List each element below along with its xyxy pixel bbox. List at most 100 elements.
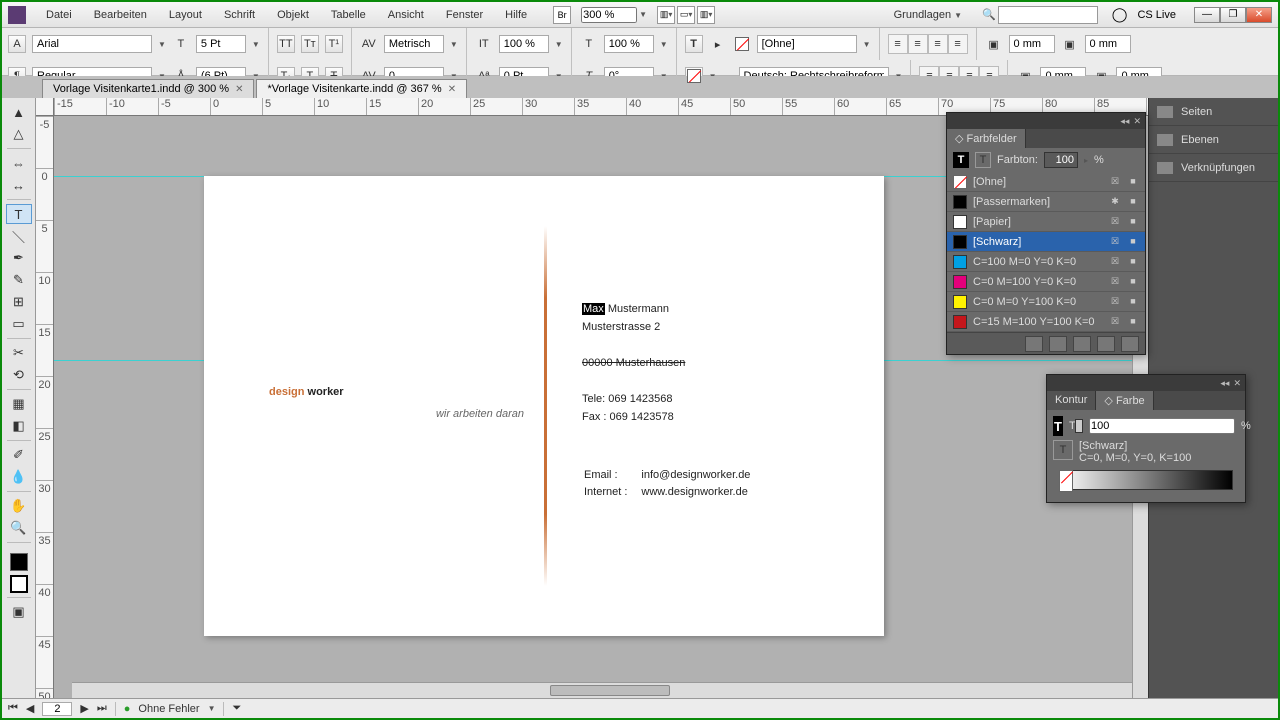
zoom-tool[interactable]: 🔍: [6, 518, 32, 538]
delete-swatch-button[interactable]: [1121, 336, 1139, 352]
menu-bearbeiten[interactable]: Bearbeiten: [84, 5, 157, 25]
swatch-toolbar-button[interactable]: [1025, 336, 1043, 352]
type-tool[interactable]: T: [6, 204, 32, 224]
fill-proxy-icon[interactable]: T: [953, 152, 969, 168]
menu-hilfe[interactable]: Hilfe: [495, 5, 537, 25]
swatch-row[interactable]: [Ohne]☒■: [947, 172, 1145, 192]
inset-top-field[interactable]: [1009, 35, 1055, 53]
tint-input[interactable]: [1044, 152, 1078, 168]
none-icon[interactable]: [1059, 470, 1073, 492]
window-close-button[interactable]: ✕: [1246, 7, 1272, 23]
swatch-row[interactable]: C=0 M=0 Y=100 K=0☒■: [947, 292, 1145, 312]
tint-ramp[interactable]: [1059, 470, 1233, 490]
dock-verknuepfungen[interactable]: Verknüpfungen: [1149, 154, 1278, 182]
gradient-swatch-tool[interactable]: ▦: [6, 394, 32, 414]
window-maximize-button[interactable]: ❐: [1220, 7, 1246, 23]
stroke-proxy-icon[interactable]: T: [1053, 440, 1073, 460]
frame-tool[interactable]: ⊞: [6, 292, 32, 312]
workspace-switcher[interactable]: Grundlagen ▼: [884, 5, 972, 25]
swatch-row[interactable]: C=15 M=100 Y=100 K=0☒■: [947, 312, 1145, 332]
cslive-icon[interactable]: ◯: [1112, 6, 1128, 23]
swatch-row[interactable]: C=0 M=100 Y=0 K=0☒■: [947, 272, 1145, 292]
chevron-down-icon[interactable]: ▼: [639, 10, 647, 19]
screen-mode-icon[interactable]: ▭▾: [677, 6, 695, 24]
swatch-row[interactable]: [Papier]☒■: [947, 212, 1145, 232]
cslive-label[interactable]: CS Live: [1137, 9, 1176, 21]
line-tool[interactable]: ＼: [6, 226, 32, 246]
gradient-tool[interactable]: ◧: [6, 416, 32, 436]
preflight-status[interactable]: Ohne Fehler: [138, 703, 199, 715]
close-icon[interactable]: ✕: [1233, 378, 1241, 389]
char-formatting-icon[interactable]: A: [8, 35, 26, 53]
document-tab[interactable]: *Vorlage Visitenkarte.indd @ 367 %✕: [256, 79, 467, 98]
swatch-row[interactable]: C=100 M=0 Y=0 K=0☒■: [947, 252, 1145, 272]
stroke-proxy-icon[interactable]: T: [975, 152, 991, 168]
horizontal-scrollbar[interactable]: [72, 682, 1266, 698]
page-tool[interactable]: ⇔: [6, 153, 32, 173]
menu-datei[interactable]: Datei: [36, 5, 82, 25]
eyedropper-tool[interactable]: 💧: [6, 467, 32, 487]
contact-block[interactable]: Tele: 069 1423568 Fax : 069 1423578: [582, 390, 674, 426]
menu-objekt[interactable]: Objekt: [267, 5, 319, 25]
inset-left-field[interactable]: [1085, 35, 1131, 53]
align-left-button[interactable]: ≡: [888, 34, 908, 54]
kerning-field[interactable]: [384, 35, 444, 53]
font-family-field[interactable]: [32, 35, 152, 53]
new-swatch-button[interactable]: [1097, 336, 1115, 352]
prev-page-button[interactable]: ◀: [26, 702, 34, 715]
close-icon[interactable]: ✕: [1133, 116, 1141, 127]
hand-tool[interactable]: ✋: [6, 496, 32, 516]
document-tab[interactable]: Vorlage Visitenkarte1.indd @ 300 %✕: [42, 79, 254, 98]
menu-ansicht[interactable]: Ansicht: [378, 5, 434, 25]
selection-tool[interactable]: ▲: [6, 102, 32, 122]
menu-fenster[interactable]: Fenster: [436, 5, 493, 25]
hscale-field[interactable]: [604, 35, 654, 53]
panel-tab-farbe[interactable]: ◇ Farbe: [1096, 391, 1153, 410]
page-number-field[interactable]: [42, 702, 72, 716]
view-options-icon[interactable]: ▥▾: [657, 6, 675, 24]
document-page[interactable]: design worker wir arbeiten daran Max Mus…: [204, 176, 884, 636]
fill-proxy-icon[interactable]: T: [1053, 416, 1063, 436]
rectangle-tool[interactable]: ▭: [6, 314, 32, 334]
close-icon[interactable]: ✕: [448, 84, 456, 95]
transform-tool[interactable]: ⟲: [6, 365, 32, 385]
arrange-docs-icon[interactable]: ▥▾: [697, 6, 715, 24]
vertical-ruler[interactable]: -5051015202530354045505560: [36, 116, 54, 698]
bridge-icon[interactable]: Br: [553, 6, 571, 24]
fill-color-proxy[interactable]: [10, 553, 28, 571]
dock-seiten[interactable]: Seiten: [1149, 98, 1278, 126]
gap-tool[interactable]: ↔: [6, 175, 32, 195]
dock-ebenen[interactable]: Ebenen: [1149, 126, 1278, 154]
pen-tool[interactable]: ✒: [6, 248, 32, 268]
swatch-toolbar-button[interactable]: [1073, 336, 1091, 352]
menu-schrift[interactable]: Schrift: [214, 5, 265, 25]
window-minimize-button[interactable]: —: [1194, 7, 1220, 23]
web-block[interactable]: Email :info@designworker.de Internet :ww…: [582, 466, 764, 502]
align-right-button[interactable]: ≡: [928, 34, 948, 54]
tint-value-input[interactable]: [1089, 418, 1235, 434]
allcaps-button[interactable]: TT: [277, 35, 295, 53]
menu-tabelle[interactable]: Tabelle: [321, 5, 376, 25]
panel-tab-farbfelder[interactable]: ◇ Farbfelder: [947, 129, 1026, 148]
swatches-panel[interactable]: ◂◂✕ ◇ Farbfelder T T Farbton: ▸ % [Ohne]…: [946, 112, 1146, 355]
vscale-field[interactable]: [499, 35, 549, 53]
first-page-button[interactable]: ⏮: [8, 702, 18, 715]
last-page-button[interactable]: ⏭: [97, 702, 107, 715]
close-icon[interactable]: ✕: [235, 84, 243, 95]
smallcaps-button[interactable]: Tᴛ: [301, 35, 319, 53]
menu-layout[interactable]: Layout: [159, 5, 212, 25]
font-size-field[interactable]: [196, 35, 246, 53]
zoom-level-input[interactable]: [581, 7, 637, 23]
align-justify-button[interactable]: ≡: [948, 34, 968, 54]
direct-selection-tool[interactable]: △: [6, 124, 32, 144]
status-menu-icon[interactable]: ⏷: [232, 702, 241, 715]
collapse-icon[interactable]: ◂◂: [1220, 378, 1229, 389]
view-mode-button[interactable]: ▣: [6, 602, 32, 622]
panel-tab-kontur[interactable]: Kontur: [1047, 391, 1096, 410]
superscript-button[interactable]: T¹: [325, 35, 343, 53]
chevron-right-icon[interactable]: ▸: [1084, 156, 1088, 165]
address-block[interactable]: Max Mustermann Musterstrasse 2 00000 Mus…: [582, 300, 685, 372]
ruler-origin[interactable]: [36, 98, 54, 116]
pencil-tool[interactable]: ✎: [6, 270, 32, 290]
align-center-button[interactable]: ≡: [908, 34, 928, 54]
